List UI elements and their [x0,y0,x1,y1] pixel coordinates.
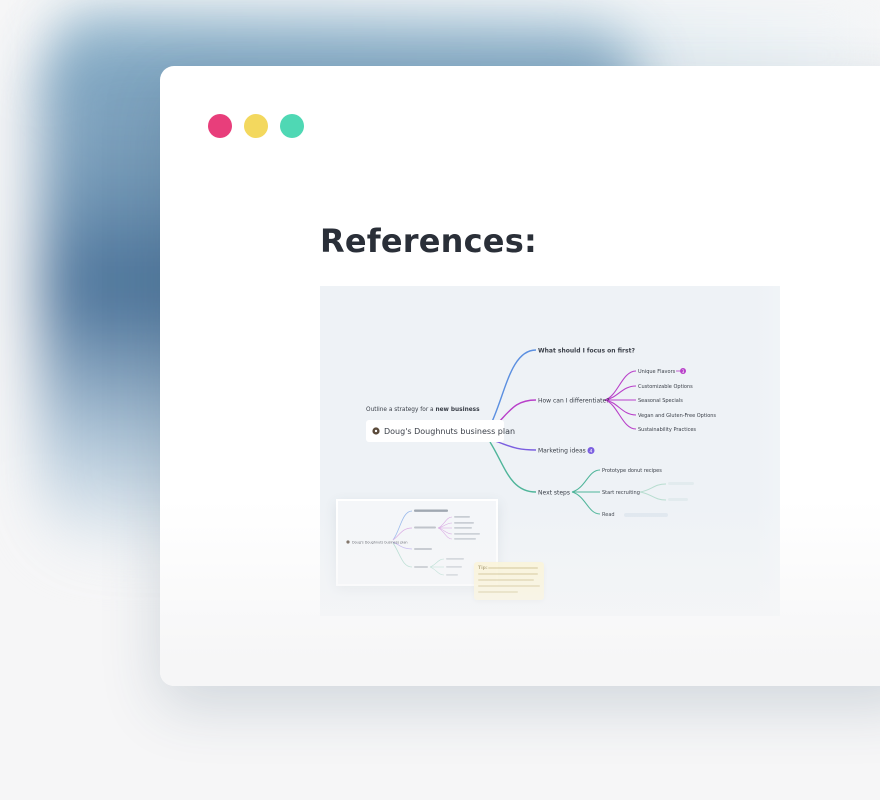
faded-text-placeholder [624,513,668,517]
unique-flavors-badge[interactable]: 3 [676,368,686,374]
child-unique-flavors[interactable]: Unique Flavors [638,369,676,375]
link-marketing [494,440,537,451]
child-prototype[interactable]: Prototype donut recipes [602,468,662,474]
child-recruiting[interactable]: Start recruiting [602,490,640,496]
link-unique [604,370,637,401]
prompt-text: Outline a strategy for a new business [366,407,480,413]
link-focus [489,349,537,427]
app-window: References: Outline a strategy for a new… [160,66,880,686]
child-customizable[interactable]: Customizable Options [638,384,693,390]
thumb-root-label: Doug's Doughnuts business plan [352,541,408,545]
svg-text:4: 4 [590,449,593,455]
mind-map-canvas[interactable]: Outline a strategy for a new business Do… [320,286,780,616]
child-read[interactable]: Read [602,512,615,518]
link-prototype [571,469,601,493]
tip-text-line [478,573,538,575]
tip-text-line [478,579,534,581]
page-title: References: [320,222,537,260]
child-seasonal[interactable]: Seasonal Specials [638,398,683,404]
branch-next-steps-label[interactable]: Next steps [538,490,570,497]
scene: References: Outline a strategy for a new… [0,0,880,800]
link-recruit-sub2 [639,491,667,501]
branch-focus-label[interactable]: What should I focus on first? [538,348,635,355]
tip-text-line [478,591,518,593]
tip-text-line [488,567,538,569]
child-sustainability[interactable]: Sustainability Practices [638,427,696,433]
tip-tooltip: Tip: [474,562,544,600]
marketing-badge[interactable]: 4 [587,447,595,455]
link-recruit-sub1 [639,483,667,493]
close-dot[interactable] [208,114,232,138]
tip-prefix: Tip: [478,566,488,571]
minimize-dot[interactable] [244,114,268,138]
faded-text-placeholder-3 [668,498,688,501]
tip-text-line [478,585,540,587]
faded-text-placeholder-2 [668,482,694,485]
child-vegan[interactable]: Vegan and Gluten-Free Options [638,413,716,419]
thumbnail-svg: Doug's Doughnuts business plan [346,509,480,576]
window-controls [208,114,304,138]
maximize-dot[interactable] [280,114,304,138]
svg-text:3: 3 [682,369,685,374]
thumb-doughnut-icon [346,540,350,544]
root-label: Doug's Doughnuts business plan [384,427,515,436]
branch-marketing-label[interactable]: Marketing ideas [538,448,586,455]
branch-differentiate-label[interactable]: How can I differentiate? [538,398,609,405]
root-node[interactable]: Doug's Doughnuts business plan [366,420,515,442]
link-read [571,491,601,515]
